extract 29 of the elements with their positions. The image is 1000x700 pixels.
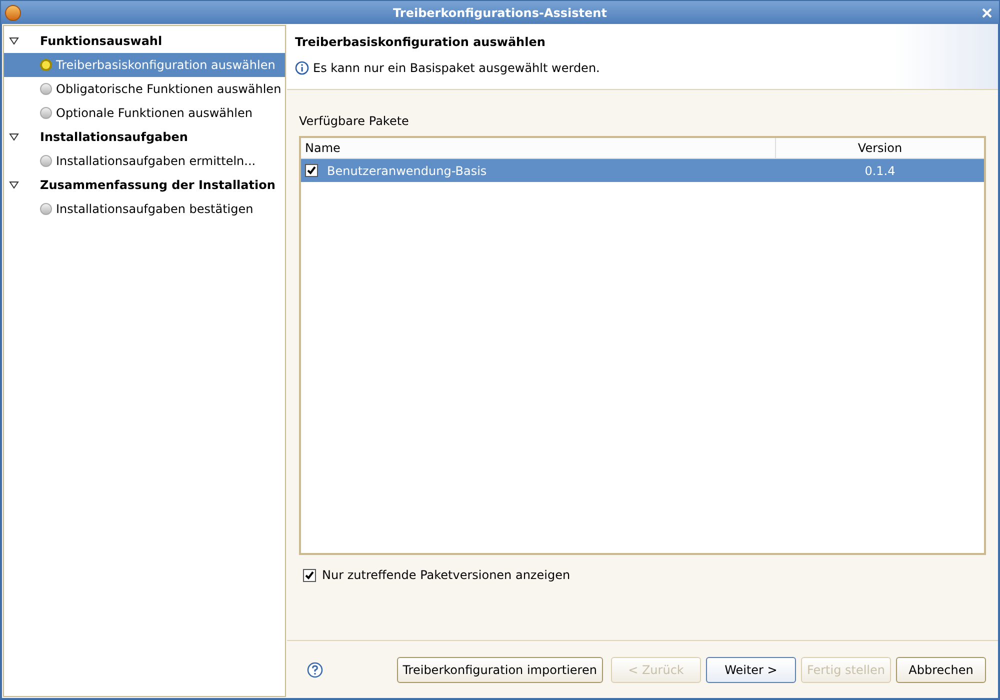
row-checkbox[interactable] (305, 164, 318, 177)
expand-toggle[interactable] (6, 181, 22, 189)
column-header[interactable]: Version (776, 138, 984, 158)
filter-label: Nur zutreffende Paketversionen anzeigen (322, 567, 570, 584)
dialog-button[interactable]: Treiberkonfiguration importieren (396, 656, 603, 682)
help-icon[interactable] (307, 662, 323, 678)
package-version: 0.1.4 (864, 162, 896, 180)
column-header[interactable]: Name (301, 138, 776, 158)
step-group-label: Zusammenfassung der Installation (40, 177, 276, 194)
step-item[interactable]: Installationsaufgaben ermitteln... (4, 149, 285, 173)
step-group-label: Funktionsauswahl (40, 33, 162, 50)
info-icon (295, 61, 309, 75)
app-icon (5, 4, 21, 20)
info-message: Es kann nur ein Basispaket ausgewählt werden. (313, 60, 600, 77)
page-title: Treiberbasiskonfiguration auswählen (295, 34, 546, 51)
step-item[interactable]: Installationsaufgaben bestätigen (4, 197, 285, 221)
dialog-button[interactable]: Weiter > (706, 656, 796, 682)
packages-label: Verfügbare Pakete (299, 113, 410, 130)
step-item[interactable]: Treiberbasiskonfiguration auswählen (4, 53, 285, 77)
step-item[interactable]: Obligatorische Funktionen auswählen (4, 77, 285, 101)
package-name: Benutzeranwendung-Basis (327, 162, 487, 180)
close-icon (982, 8, 992, 18)
expand-toggle[interactable] (6, 37, 22, 45)
filter-checkbox[interactable] (303, 568, 316, 582)
window-title: Treiberkonfigurations-Assistent (392, 4, 608, 22)
step-item[interactable]: Optionale Funktionen auswählen (4, 101, 285, 125)
dialog-button[interactable]: Abbrechen (896, 656, 986, 682)
expand-toggle[interactable] (6, 133, 22, 141)
step-group-label: Installationsaufgaben (40, 129, 188, 146)
